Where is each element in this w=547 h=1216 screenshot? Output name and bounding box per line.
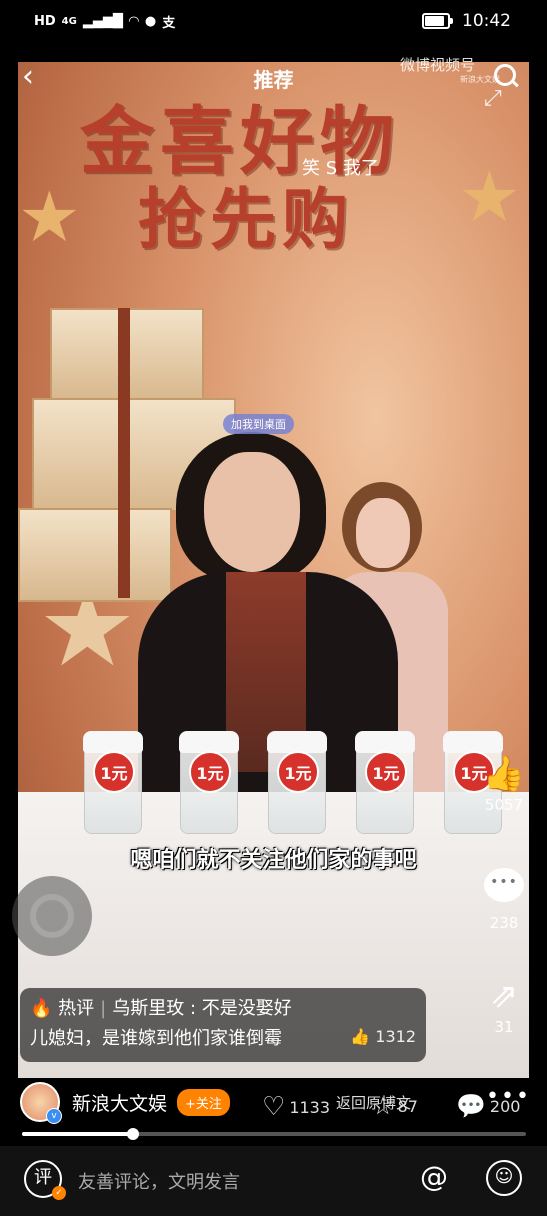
fire-icon: 🔥 — [30, 998, 53, 1019]
mention-icon[interactable]: @ — [420, 1160, 448, 1193]
follow-button[interactable]: +关注 — [177, 1088, 230, 1116]
comment-icon-label: 评 — [34, 1167, 52, 1188]
avatar[interactable]: v — [20, 1082, 62, 1124]
status-time: 10:42 — [462, 11, 511, 31]
like-button[interactable]: 👍 5057 — [478, 754, 530, 814]
badge-dot: ✓ — [52, 1186, 66, 1200]
fullscreen-icon[interactable]: ⤢ — [484, 86, 502, 111]
verified-icon: v — [46, 1108, 62, 1124]
video-overlay-text: 笑 S 我了 — [302, 158, 379, 179]
like-stat[interactable]: ♡ 1133 — [262, 1092, 330, 1122]
jar: 1元 — [83, 731, 143, 834]
price-tag: 1元 — [277, 751, 319, 793]
status-left-icons: HD 4G ▂▄▆█ ◠ ● 支 — [34, 12, 175, 31]
battery-icon — [422, 13, 453, 29]
price-tag: 1元 — [93, 751, 135, 793]
heart-icon: ♡ — [262, 1092, 286, 1122]
share-icon: ⇗ — [489, 976, 519, 1016]
thumbs-up-icon: 👍 — [350, 1027, 371, 1046]
jar: 1元 — [355, 731, 415, 834]
more-icon[interactable]: ••• — [486, 1084, 531, 1109]
price-tag: 1元 — [365, 751, 407, 793]
star-decoration: ★ — [18, 176, 81, 258]
price-tag: 1元 — [189, 751, 231, 793]
floating-assist-ball[interactable] — [12, 876, 92, 956]
banner-line-2: 抢先购 — [138, 180, 354, 258]
hot-comment-text-1: : 不是没娶好 — [189, 998, 292, 1019]
author-row: v 新浪大文娱 +关注 — [20, 1082, 230, 1124]
hot-comment-user[interactable]: 乌斯里玫 — [112, 998, 184, 1019]
star-stat[interactable]: ☆ 87 — [372, 1092, 418, 1120]
progress-played — [22, 1132, 133, 1136]
jar: 1元 — [179, 731, 239, 834]
wifi-icon: ◠ — [128, 14, 139, 29]
network-badge: 4G — [61, 16, 77, 27]
hd-badge: HD — [34, 14, 56, 29]
video-subtitle: 嗯咱们就不关注他们家的事吧 — [130, 848, 417, 873]
message-icon: ● — [144, 14, 157, 29]
hot-comment-tag: 热评 — [58, 998, 95, 1019]
comment-count: 238 — [489, 914, 519, 932]
hot-comment-like-count: 1312 — [375, 1027, 416, 1046]
share-button[interactable]: ⇗ 31 — [478, 976, 530, 1036]
jar: 1元 — [267, 731, 327, 834]
share-count: 31 — [494, 1018, 514, 1036]
divider: | — [100, 998, 107, 1019]
comment-bar: 评 ✓ 友善评论，文明发言 @ ☺ — [0, 1146, 547, 1216]
gift-ribbon — [118, 308, 130, 598]
comment-input[interactable]: 友善评论，文明发言 — [78, 1168, 240, 1194]
search-icon[interactable] — [494, 64, 516, 86]
progress-knob[interactable] — [126, 1128, 139, 1140]
signal-icon: ▂▄▆█ — [82, 14, 123, 29]
speech-bubble-icon: 💬 — [456, 1092, 486, 1120]
video-player[interactable]: 金喜好物 抢先购 ★ ★ ★ 加我到桌面 1元 1元 1元 1元 1元 — [18, 62, 529, 1078]
hot-comment-likes[interactable]: 👍 1312 — [350, 1022, 416, 1052]
comment-bubble-icon — [484, 868, 524, 902]
like-count: 5057 — [484, 796, 524, 814]
comment-icon[interactable]: 评 ✓ — [24, 1160, 66, 1200]
crown-tag: 加我到桌面 — [223, 414, 294, 434]
weibo-video-watermark: 微博视频号 — [400, 56, 476, 74]
status-bar: HD 4G ▂▄▆█ ◠ ● 支 10:42 — [0, 0, 547, 46]
video-progress-bar[interactable] — [22, 1128, 526, 1140]
hot-comment[interactable]: 🔥 热评 | 乌斯里玫 : 不是没娶好 儿媳妇，是谁嫁到他们家谁倒霉 👍 1312 — [20, 988, 426, 1062]
battery-fill — [425, 16, 444, 26]
star-decoration: ★ — [458, 156, 521, 238]
comment-button[interactable]: 238 — [478, 868, 530, 932]
like-stat-count: 1133 — [289, 1097, 331, 1117]
alipay-icon: 支 — [162, 16, 176, 31]
author-name[interactable]: 新浪大文娱 — [72, 1089, 167, 1116]
star-stat-count: 87 — [397, 1096, 418, 1116]
emoji-icon[interactable]: ☺ — [486, 1160, 522, 1196]
star-icon: ☆ — [372, 1092, 394, 1120]
thumbs-up-icon: 👍 — [482, 754, 526, 794]
